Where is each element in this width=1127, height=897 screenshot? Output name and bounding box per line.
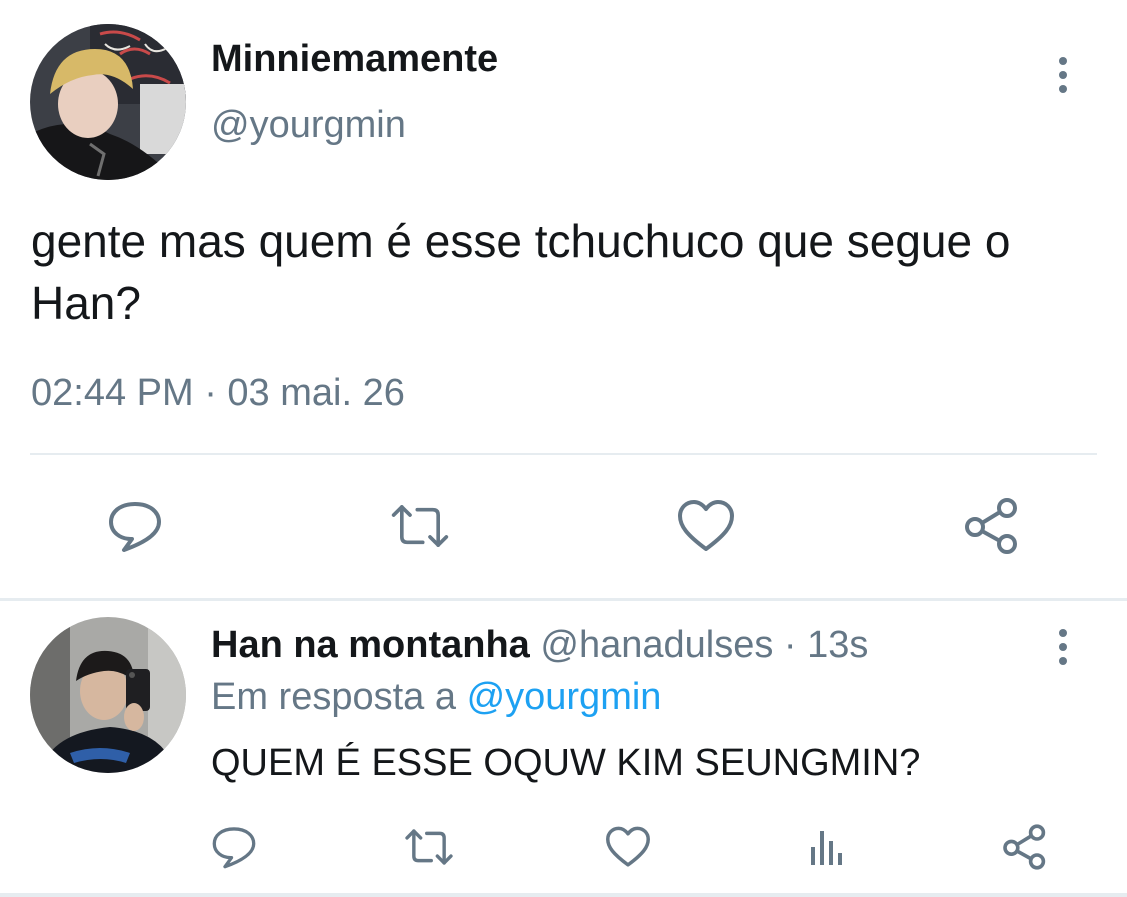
tweet-text: QUEM É ESSE OQUW KIM SEUNGMIN? bbox=[211, 742, 921, 784]
avatar[interactable] bbox=[30, 617, 186, 773]
stats-icon[interactable] bbox=[801, 822, 851, 872]
handle-time[interactable]: @hanadulses · 13s bbox=[530, 624, 868, 666]
timestamp[interactable]: 02:44 PM · 03 mai. 26 bbox=[31, 372, 405, 415]
reply-icon[interactable] bbox=[105, 496, 165, 556]
reply-prefix: Em resposta a bbox=[211, 676, 467, 718]
more-vertical-icon[interactable] bbox=[1048, 50, 1078, 100]
divider bbox=[0, 893, 1127, 897]
reply-context: Em resposta a @yourgmin bbox=[211, 676, 661, 719]
like-icon[interactable] bbox=[603, 822, 653, 872]
tweet-text: gente mas quem é esse tchuchuco que segu… bbox=[31, 215, 1011, 329]
handle[interactable]: @yourgmin bbox=[211, 104, 406, 147]
share-icon[interactable] bbox=[1000, 822, 1050, 872]
share-icon[interactable] bbox=[962, 496, 1022, 556]
reply-header: Han na montanha @hanadulses · 13s bbox=[211, 624, 868, 667]
more-vertical-icon[interactable] bbox=[1048, 622, 1078, 672]
reply-to-link[interactable]: @yourgmin bbox=[467, 676, 662, 718]
like-icon[interactable] bbox=[676, 496, 736, 556]
display-name[interactable]: Han na montanha bbox=[211, 624, 530, 666]
divider bbox=[30, 453, 1097, 455]
divider bbox=[0, 598, 1127, 601]
retweet-icon[interactable] bbox=[390, 496, 450, 556]
reply-icon[interactable] bbox=[209, 822, 259, 872]
retweet-icon[interactable] bbox=[404, 822, 454, 872]
display-name[interactable]: Minniemamente bbox=[211, 38, 498, 81]
avatar[interactable] bbox=[30, 24, 186, 180]
